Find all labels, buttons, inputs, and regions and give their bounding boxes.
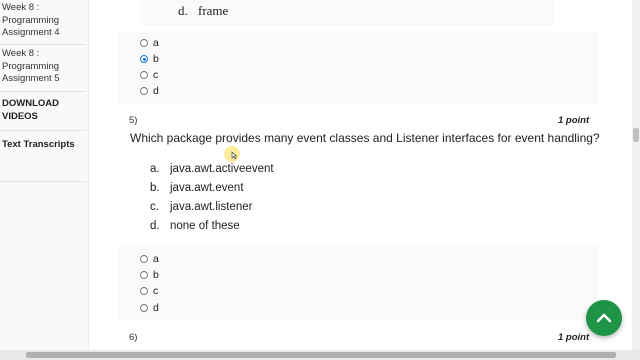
- choice-letter: d.: [178, 3, 188, 18]
- sidebar-item-label: DOWNLOAD: [2, 98, 59, 109]
- sidebar-item-week8-assignment4[interactable]: Week 8 : Programming Assignment 4: [2, 2, 82, 40]
- sidebar-divider: [0, 91, 86, 92]
- radio-button[interactable]: [140, 271, 148, 279]
- scrollbar-thumb[interactable]: [633, 128, 639, 142]
- choice-d: d. none of these: [150, 220, 240, 232]
- option-label: d: [153, 302, 159, 314]
- choice-text: none of these: [170, 220, 240, 232]
- radio-button[interactable]: [140, 287, 148, 295]
- sidebar-divider: [0, 130, 86, 131]
- cursor-highlight: [224, 146, 240, 162]
- prev-question-answer-options: [118, 32, 598, 104]
- option-a[interactable]: a: [140, 37, 159, 49]
- sidebar-item-label: Text Transcripts: [2, 139, 75, 150]
- sidebar-item-label: Week 8 :: [2, 48, 40, 59]
- option-c[interactable]: c: [140, 285, 158, 297]
- option-label: a: [153, 253, 159, 265]
- option-b[interactable]: b: [140, 269, 159, 281]
- radio-button-selected[interactable]: [140, 55, 148, 63]
- chevron-up-icon: [596, 313, 612, 323]
- sidebar-item-label: Week 8 :: [2, 2, 40, 13]
- sidebar-item-download-videos[interactable]: DOWNLOAD VIDEOS: [2, 98, 82, 123]
- choice-text: java.awt.listener: [170, 201, 253, 213]
- question-number: 5): [129, 115, 138, 126]
- scrollbar-thumb[interactable]: [26, 352, 616, 358]
- sidebar-item-label: Programming: [2, 14, 60, 26]
- sidebar-divider: [0, 44, 86, 45]
- radio-button[interactable]: [140, 304, 148, 312]
- radio-button[interactable]: [140, 39, 148, 47]
- scroll-to-top-button[interactable]: [586, 300, 622, 336]
- choice-d: d. frame: [178, 3, 228, 19]
- question-answer-options: [118, 244, 598, 320]
- option-label: d: [153, 85, 159, 97]
- choice-letter: a.: [150, 163, 160, 175]
- question-points: 1 point: [558, 115, 590, 126]
- option-c[interactable]: c: [140, 69, 158, 81]
- radio-button[interactable]: [140, 255, 148, 263]
- choice-b: b. java.awt.event: [150, 182, 244, 194]
- sidebar-item-label: Programming: [2, 60, 60, 72]
- sidebar-item-label: Assignment 4: [2, 27, 60, 38]
- option-a[interactable]: a: [140, 253, 159, 265]
- choice-a: a. java.awt.activeevent: [150, 163, 274, 175]
- radio-button[interactable]: [140, 87, 148, 95]
- choice-c: c. java.awt.listener: [150, 201, 252, 213]
- choice-text: frame: [198, 3, 229, 18]
- sidebar-item-label: VIDEOS: [2, 110, 38, 122]
- option-label: a: [153, 37, 159, 49]
- option-d[interactable]: d: [140, 85, 159, 97]
- choice-letter: c.: [150, 201, 159, 213]
- prev-question-choices-card: d. frame: [140, 0, 555, 26]
- sidebar-item-label: Assignment 5: [2, 73, 60, 84]
- option-label: b: [153, 269, 159, 281]
- choice-letter: d.: [150, 220, 160, 232]
- horizontal-scrollbar[interactable]: [0, 350, 640, 360]
- question-points: 1 point: [558, 332, 590, 343]
- radio-button[interactable]: [140, 71, 148, 79]
- choice-text: java.awt.event: [170, 182, 244, 194]
- question-number: 6): [129, 332, 138, 343]
- option-label: b: [153, 53, 159, 65]
- option-label: c: [153, 285, 159, 297]
- sidebar-divider: [0, 181, 86, 182]
- course-sidebar: Week 8 : Programming Assignment 4 Week 8…: [0, 0, 89, 360]
- sidebar-item-week8-assignment5[interactable]: Week 8 : Programming Assignment 5: [2, 48, 82, 86]
- sidebar-item-text-transcripts[interactable]: Text Transcripts: [2, 139, 82, 152]
- option-b[interactable]: b: [140, 53, 159, 65]
- pointer-icon: [231, 151, 238, 160]
- choice-letter: b.: [150, 182, 160, 194]
- option-label: c: [153, 69, 159, 81]
- vertical-scrollbar[interactable]: [632, 0, 640, 350]
- option-d[interactable]: d: [140, 302, 159, 314]
- choice-text: java.awt.activeevent: [170, 163, 274, 175]
- question-text: Which package provides many event classe…: [130, 131, 600, 145]
